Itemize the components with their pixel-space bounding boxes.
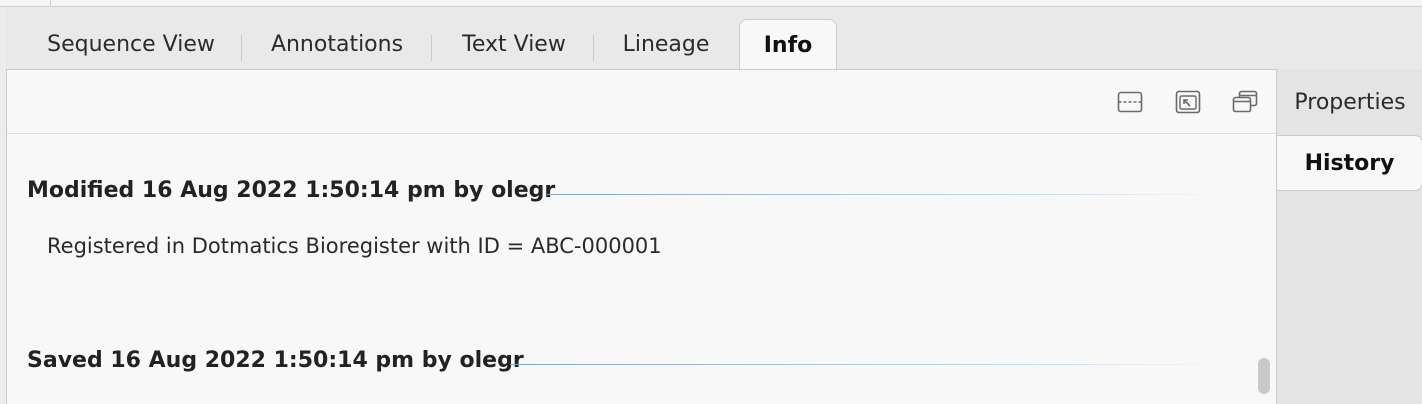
vertical-scrollbar[interactable] — [1252, 134, 1277, 404]
document-window: Sequence View Annotations Text View Line… — [0, 0, 1422, 404]
side-tab-history[interactable]: History — [1277, 135, 1422, 191]
info-content-panel: Modified 16 Aug 2022 1:50:14 pm by olegr… — [6, 69, 1277, 404]
tab-lineage[interactable]: Lineage — [606, 19, 726, 69]
history-log: Modified 16 Aug 2022 1:50:14 pm by olegr… — [7, 134, 1252, 404]
tab-separator — [431, 35, 432, 61]
tab-bar: Sequence View Annotations Text View Line… — [6, 7, 1422, 71]
history-entry-divider — [547, 194, 1227, 195]
tab-text-view[interactable]: Text View — [446, 19, 582, 69]
side-panel: Properties History — [1276, 69, 1422, 404]
top-strip — [0, 0, 1422, 7]
history-entry-header: Modified 16 Aug 2022 1:50:14 pm by olegr — [27, 178, 556, 203]
expand-to-window-icon[interactable] — [1175, 90, 1201, 114]
info-toolbar — [7, 70, 1277, 134]
history-entry-body: Registered in Dotmatics Bioregister with… — [47, 234, 662, 258]
tab-sequence-view[interactable]: Sequence View — [32, 19, 230, 69]
history-entry-divider — [510, 364, 1227, 365]
scrollbar-thumb[interactable] — [1258, 358, 1270, 394]
tab-separator — [593, 35, 594, 61]
new-window-icon[interactable] — [1232, 90, 1258, 114]
tab-annotations[interactable]: Annotations — [256, 19, 418, 69]
tab-separator — [241, 35, 242, 61]
tab-info[interactable]: Info — [739, 19, 837, 71]
side-tab-properties[interactable]: Properties — [1277, 75, 1422, 131]
collapse-icon[interactable] — [1117, 90, 1143, 114]
top-strip-divider — [50, 0, 51, 6]
history-entry-header: Saved 16 Aug 2022 1:50:14 pm by olegr — [27, 348, 524, 373]
